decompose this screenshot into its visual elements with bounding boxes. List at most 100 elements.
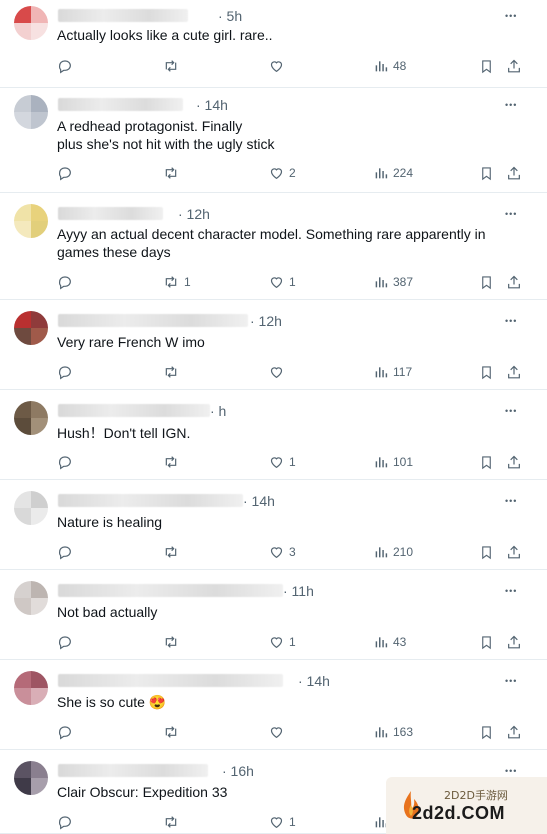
share-button[interactable] [506,632,522,652]
retweet-button[interactable]: 1 [162,272,191,292]
avatar[interactable] [14,491,48,525]
like-button[interactable]: 1 [268,452,296,472]
like-count: 1 [289,455,296,469]
retweet-button[interactable] [162,452,180,472]
like-button[interactable]: 1 [268,812,296,832]
share-button[interactable] [506,722,522,742]
bookmark-button[interactable] [479,632,494,652]
avatar[interactable] [14,6,48,40]
tweet-text: Nature is healing [57,514,163,530]
retweet-button[interactable] [162,722,180,742]
reply-button[interactable] [57,812,73,832]
author-name-redacted[interactable] [58,314,248,327]
avatar[interactable] [14,95,48,129]
avatar[interactable] [14,311,48,345]
share-button[interactable] [506,452,522,472]
reply-button[interactable] [57,722,73,742]
retweet-button[interactable] [162,163,180,183]
author-name-redacted[interactable] [58,494,243,507]
tweet-card[interactable]: · h ••• Hush！Don't tell IGN. 1 101 [0,390,547,480]
more-options-button[interactable]: ••• [505,315,517,326]
tweet-timestamp[interactable]: · 14h [243,493,275,509]
avatar[interactable] [14,204,48,238]
author-name-redacted[interactable] [58,674,283,687]
author-name-redacted[interactable] [58,207,163,220]
author-name-redacted[interactable] [58,584,283,597]
avatar[interactable] [14,671,48,705]
retweet-button[interactable] [162,542,180,562]
more-options-button[interactable]: ••• [505,585,517,596]
share-button[interactable] [506,56,522,76]
views-button[interactable]: 210 [373,542,413,562]
tweet-timestamp[interactable]: · h [210,403,226,419]
more-options-button[interactable]: ••• [505,10,517,21]
share-button[interactable] [506,163,522,183]
tweet-timestamp[interactable]: · 12h [250,313,282,329]
bookmark-button[interactable] [479,722,494,742]
tweet-card[interactable]: · 12h ••• Very rare French W imo 117 [0,300,547,390]
tweet-card[interactable]: · 11h ••• Not bad actually 1 43 [0,570,547,660]
bookmark-button[interactable] [479,272,494,292]
share-button[interactable] [506,272,522,292]
tweet-card[interactable]: · 14h ••• She is so cute 😍 163 [0,660,547,750]
bookmark-button[interactable] [479,362,494,382]
avatar[interactable] [14,581,48,615]
retweet-button[interactable] [162,812,180,832]
tweet-card[interactable]: · 5h ••• Actually looks like a cute girl. … [0,0,547,88]
more-options-button[interactable]: ••• [505,405,517,416]
reply-button[interactable] [57,632,73,652]
views-button[interactable]: 387 [373,272,413,292]
bookmark-button[interactable] [479,542,494,562]
more-options-button[interactable]: ••• [505,765,517,776]
reply-button[interactable] [57,452,73,472]
tweet-card[interactable]: · 14h ••• A redhead protagonist. Finally p… [0,88,547,193]
like-icon [268,814,285,830]
author-name-redacted[interactable] [58,404,210,417]
author-name-redacted[interactable] [58,9,188,22]
retweet-button[interactable] [162,56,180,76]
like-button[interactable]: 2 [268,163,296,183]
tweet-card[interactable]: · 12h ••• Ayyy an actual decent character … [0,193,547,300]
tweet-timestamp[interactable]: · 12h [178,206,210,222]
tweet-timestamp[interactable]: · 11h [283,583,314,599]
share-button[interactable] [506,362,522,382]
views-button[interactable]: 101 [373,452,413,472]
like-button[interactable] [268,56,285,76]
more-options-button[interactable]: ••• [505,99,517,110]
reply-button[interactable] [57,362,73,382]
tweet-timestamp[interactable]: · 14h [196,97,228,113]
like-button[interactable]: 1 [268,632,296,652]
more-options-button[interactable]: ••• [505,495,517,506]
views-button[interactable]: 48 [373,56,406,76]
more-horizontal-icon: ••• [505,406,518,416]
more-horizontal-icon: ••• [505,209,518,219]
author-name-redacted[interactable] [58,98,183,111]
reply-button[interactable] [57,56,73,76]
like-button[interactable] [268,722,285,742]
author-name-redacted[interactable] [58,764,208,777]
views-button[interactable]: 117 [373,362,412,382]
avatar[interactable] [14,401,48,435]
bookmark-button[interactable] [479,163,494,183]
like-button[interactable] [268,362,285,382]
share-button[interactable] [506,542,522,562]
like-button[interactable]: 3 [268,542,296,562]
avatar[interactable] [14,761,48,795]
views-button[interactable]: 43 [373,632,406,652]
more-options-button[interactable]: ••• [505,208,517,219]
reply-button[interactable] [57,542,73,562]
retweet-button[interactable] [162,632,180,652]
tweet-timestamp[interactable]: · 14h [298,673,330,689]
tweet-card[interactable]: · 14h ••• Nature is healing 3 210 [0,480,547,570]
views-button[interactable]: 224 [373,163,413,183]
views-button[interactable]: 163 [373,722,413,742]
tweet-timestamp[interactable]: · 16h [222,763,254,779]
reply-button[interactable] [57,272,73,292]
bookmark-button[interactable] [479,56,494,76]
tweet-timestamp[interactable]: · 5h [218,8,242,24]
retweet-button[interactable] [162,362,180,382]
like-button[interactable]: 1 [268,272,296,292]
more-options-button[interactable]: ••• [505,675,517,686]
bookmark-button[interactable] [479,452,494,472]
reply-button[interactable] [57,163,73,183]
